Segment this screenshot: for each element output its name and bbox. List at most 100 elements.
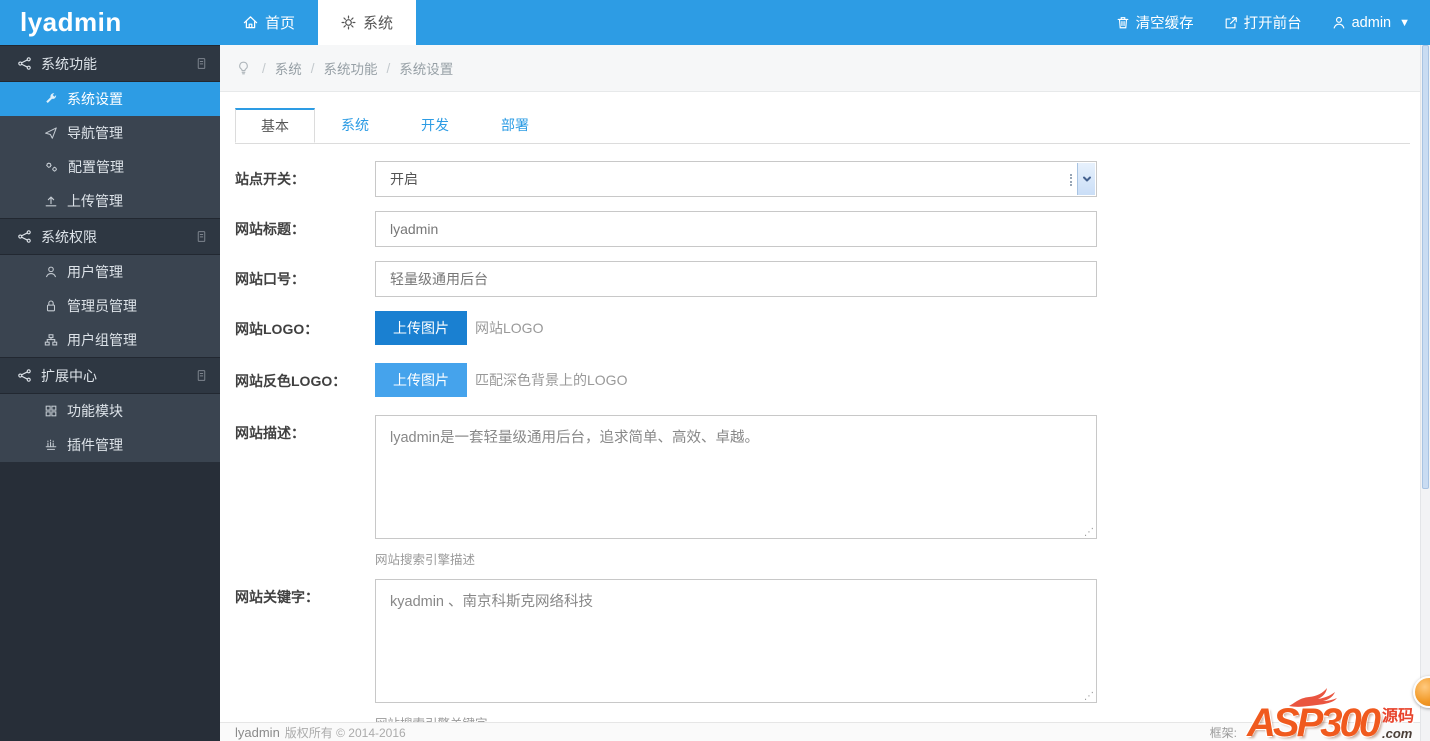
site-title-input[interactable] (375, 211, 1097, 247)
sidebar: 系统功能 系统设置 导航管理 (0, 45, 220, 741)
top-nav-label: 系统 (363, 12, 393, 33)
field-label: 网站LOGO： (235, 311, 375, 347)
upload-caption: 网站LOGO (475, 318, 543, 338)
trash-icon (1116, 15, 1130, 30)
cogs-icon (44, 160, 59, 174)
sidebar-group-items: 系统设置 导航管理 配置管理 (0, 82, 220, 218)
vertical-scrollbar[interactable] (1420, 45, 1430, 741)
sidebar-group-extension-center[interactable]: 扩展中心 (0, 357, 220, 394)
top-nav: 首页 系统 (220, 0, 416, 45)
breadcrumb-item[interactable]: 系统功能 (324, 58, 378, 78)
compass-icon (44, 126, 58, 140)
top-nav-item-system[interactable]: 系统 (318, 0, 416, 45)
user-menu-label: admin (1352, 15, 1392, 31)
form-row-site-logo: 网站LOGO： 上传图片 网站LOGO (235, 311, 1410, 347)
sidebar-item-label: 插件管理 (67, 435, 123, 455)
external-link-icon (1224, 16, 1238, 30)
sidebar-item-system-settings[interactable]: 系统设置 (0, 82, 220, 116)
site-slogan-input[interactable] (375, 261, 1097, 297)
tab-deploy[interactable]: 部署 (475, 108, 555, 143)
form-row-site-keywords: 网站关键字： kyadmin 、南京科斯克网络科技 ⋰ 网站搜索引擎关键字 (235, 579, 1410, 722)
sidebar-group-label: 系统功能 (41, 54, 97, 74)
footer-brand: lyadmin (235, 725, 280, 740)
top-actions: 清空缓存 打开前台 admin ▼ (1116, 0, 1430, 45)
pin-icon[interactable] (195, 229, 208, 244)
form-row-site-title: 网站标题： (235, 211, 1410, 247)
caret-down-icon: ▼ (1399, 17, 1410, 29)
field-label: 网站关键字： (235, 579, 375, 722)
footer-framework-label: 框架: (1210, 724, 1237, 741)
breadcrumb-separator: / (387, 61, 391, 76)
sidebar-item-label: 用户管理 (67, 262, 123, 282)
sidebar-group-label: 系统权限 (41, 227, 97, 247)
top-nav-item-home[interactable]: 首页 (220, 0, 318, 45)
field-label: 站点开关： (235, 161, 375, 197)
site-keywords-textarea[interactable]: kyadmin 、南京科斯克网络科技 (375, 579, 1097, 703)
select-value: 开启 (390, 169, 418, 189)
sidebar-item-label: 上传管理 (67, 191, 123, 211)
home-icon (243, 15, 258, 30)
sidebar-item-upload-management[interactable]: 上传管理 (0, 184, 220, 218)
upload-icon (44, 194, 58, 208)
sidebar-item-label: 管理员管理 (67, 296, 137, 316)
sidebar-group-system-permissions[interactable]: 系统权限 (0, 218, 220, 255)
site-switch-select[interactable]: 开启 (375, 161, 1097, 197)
sidebar-item-label: 导航管理 (67, 123, 123, 143)
top-action-label: 清空缓存 (1136, 12, 1194, 33)
user-icon (44, 265, 58, 279)
site-description-textarea[interactable]: lyadmin是一套轻量级通用后台，追求简单、高效、卓越。 (375, 415, 1097, 539)
sidebar-item-label: 系统设置 (67, 89, 123, 109)
footer-bar: lyadmin 版权所有 © 2014-2016 框架: (220, 722, 1420, 741)
sidebar-item-label: 功能模块 (67, 401, 123, 421)
form-row-site-inverse-logo: 网站反色LOGO： 上传图片 匹配深色背景上的LOGO (235, 363, 1410, 399)
field-hint: 网站搜索引擎描述 (375, 549, 1097, 568)
clear-cache-button[interactable]: 清空缓存 (1116, 12, 1194, 33)
sidebar-item-function-modules[interactable]: 功能模块 (0, 394, 220, 428)
settings-form: 站点开关： 开启 网站标题： (235, 144, 1410, 722)
sidebar-group-items: 功能模块 插件管理 (0, 394, 220, 462)
sidebar-group-items: 用户管理 管理员管理 用户组管理 (0, 255, 220, 357)
sidebar-group-system-functions[interactable]: 系统功能 (0, 45, 220, 82)
form-row-site-description: 网站描述： lyadmin是一套轻量级通用后台，追求简单、高效、卓越。 ⋰ 网站… (235, 415, 1410, 568)
breadcrumb: / 系统 / 系统功能 / 系统设置 (220, 45, 1420, 92)
pin-icon[interactable] (195, 56, 208, 71)
tab-basic[interactable]: 基本 (235, 108, 315, 143)
share-icon (17, 229, 32, 244)
grid-icon (44, 404, 58, 418)
chevron-down-icon[interactable] (1077, 163, 1095, 195)
pin-icon[interactable] (195, 368, 208, 383)
breadcrumb-item[interactable]: 系统 (275, 58, 302, 78)
upload-inverse-logo-button[interactable]: 上传图片 (375, 363, 467, 397)
lightbulb-icon (236, 60, 253, 76)
top-bar: lyadmin 首页 系统 清空缓存 (0, 0, 1430, 45)
open-frontend-button[interactable]: 打开前台 (1224, 12, 1302, 33)
top-nav-label: 首页 (265, 12, 295, 33)
share-icon (17, 368, 32, 383)
field-label: 网站口号： (235, 261, 375, 297)
sidebar-item-admin-management[interactable]: 管理员管理 (0, 289, 220, 323)
field-label: 网站标题： (235, 211, 375, 247)
select-grip-dots (1070, 174, 1072, 186)
top-action-label: 打开前台 (1244, 12, 1302, 33)
field-label: 网站反色LOGO： (235, 363, 375, 399)
scrollbar-thumb[interactable] (1422, 45, 1429, 489)
sidebar-item-usergroup-management[interactable]: 用户组管理 (0, 323, 220, 357)
field-label: 网站描述： (235, 415, 375, 568)
lock-icon (44, 299, 58, 313)
content-panel: 基本 系统 开发 部署 站点开关： 开启 (220, 92, 1420, 722)
upload-logo-button[interactable]: 上传图片 (375, 311, 467, 345)
sitemap-icon (44, 333, 58, 347)
share-icon (17, 56, 32, 71)
breadcrumb-item[interactable]: 系统设置 (399, 58, 453, 78)
field-hint: 网站搜索引擎关键字 (375, 713, 1097, 722)
upload-caption: 匹配深色背景上的LOGO (475, 370, 627, 390)
sidebar-item-nav-management[interactable]: 导航管理 (0, 116, 220, 150)
sidebar-item-user-management[interactable]: 用户管理 (0, 255, 220, 289)
sidebar-item-plugin-management[interactable]: 插件管理 (0, 428, 220, 462)
tab-develop[interactable]: 开发 (395, 108, 475, 143)
tab-system[interactable]: 系统 (315, 108, 395, 143)
user-menu[interactable]: admin ▼ (1332, 15, 1410, 31)
form-row-site-switch: 站点开关： 开启 (235, 161, 1410, 197)
sidebar-item-config-management[interactable]: 配置管理 (0, 150, 220, 184)
brand-logo[interactable]: lyadmin (0, 0, 220, 45)
